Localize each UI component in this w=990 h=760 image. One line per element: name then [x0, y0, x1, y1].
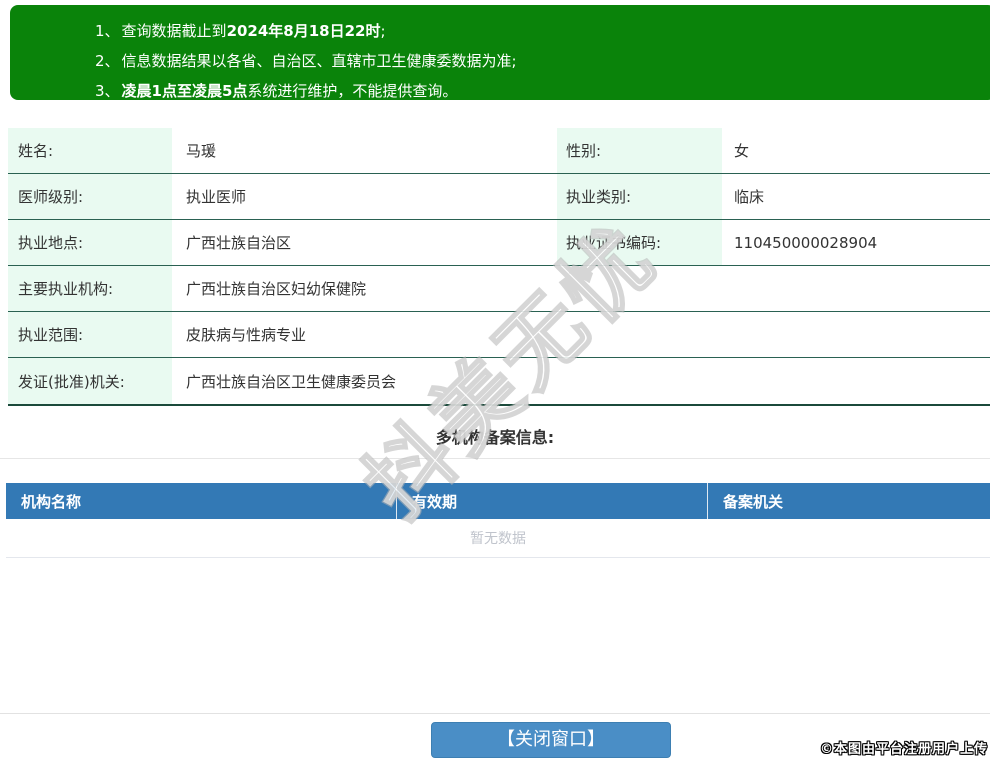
field-label-issuing-authority: 发证(批准)机关:: [8, 358, 172, 404]
column-header-filing-authority: 备案机关: [707, 483, 990, 519]
field-value-gender: 女: [734, 142, 750, 160]
table-row: 医师级别: 执业医师 执业类别: 临床: [8, 174, 990, 220]
table-row: 发证(批准)机关: 广西壮族自治区卫生健康委员会: [8, 358, 990, 404]
notice-text: ;: [380, 22, 386, 40]
field-label-name: 姓名:: [8, 128, 172, 173]
notice-line-1: 1、 查询数据截止到2024年8月18日22时;: [95, 16, 990, 46]
filing-table-header-row: 机构名称 有效期 备案机关: [6, 483, 990, 519]
table-row: 执业范围: 皮肤病与性病专业: [8, 312, 990, 358]
field-value-practice-scope: 皮肤病与性病专业: [186, 326, 307, 344]
field-value-certificate-number: 110450000028904: [734, 233, 878, 252]
field-label-doctor-level: 医师级别:: [8, 174, 172, 219]
field-value-practice-location: 广西壮族自治区: [186, 234, 292, 252]
notice-line-number: 3、: [95, 82, 120, 100]
column-header-validity-period: 有效期: [396, 483, 707, 519]
close-window-button[interactable]: 【关闭窗口】: [431, 722, 671, 758]
field-label-practice-category: 执业类别:: [557, 174, 722, 219]
notice-line-2: 2、 信息数据结果以各省、自治区、直辖市卫生健康委数据为准;: [95, 46, 990, 76]
filing-records-table: 机构名称 有效期 备案机关 暂无数据: [6, 483, 990, 558]
notice-text: 信息数据结果以各省、自治区、直辖市卫生健康委数据为准;: [121, 52, 517, 70]
notice-text: 系统进行维护，不能提供查询。: [247, 82, 458, 100]
notice-line-number: 2、: [95, 52, 120, 70]
field-value-issuing-authority: 广西壮族自治区卫生健康委员会: [186, 372, 397, 391]
notice-text-bold: 凌晨1点至凌晨5点: [121, 82, 248, 100]
table-row: 主要执业机构: 广西壮族自治区妇幼保健院: [8, 266, 990, 312]
notice-text-bold: 2024年8月18日22时: [226, 22, 381, 40]
field-value-doctor-level: 执业医师: [186, 188, 247, 206]
field-value-name: 马瑗: [186, 142, 217, 160]
field-label-main-institution: 主要执业机构:: [8, 266, 172, 311]
field-label-gender: 性别:: [557, 128, 722, 173]
footer-divider: [0, 713, 990, 714]
column-header-institution-name: 机构名称: [21, 492, 82, 511]
field-label-certificate-number: 执业证书编码:: [557, 220, 722, 265]
field-value-practice-category: 临床: [734, 188, 765, 206]
upload-credit-watermark: ©本图由平台注册用户上传: [819, 742, 988, 757]
table-row: 姓名: 马瑗 性别: 女: [8, 128, 990, 174]
field-label-practice-scope: 执业范围:: [8, 312, 172, 357]
table-row: 执业地点: 广西壮族自治区 执业证书编码: 110450000028904: [8, 220, 990, 266]
license-query-result-page: 1、 查询数据截止到2024年8月18日22时; 2、 信息数据结果以各省、自治区、…: [0, 0, 990, 760]
notice-line-3: 3、 凌晨1点至凌晨5点系统进行维护，不能提供查询。: [95, 76, 990, 106]
notice-text: 查询数据截止到: [121, 22, 227, 40]
empty-data-placeholder: 暂无数据: [6, 519, 990, 558]
practitioner-info-table: 姓名: 马瑗 性别: 女 医师级别: 执业医师 执业类别: 临床 执业地点: 广…: [8, 128, 990, 406]
notice-banner: 1、 查询数据截止到2024年8月18日22时; 2、 信息数据结果以各省、自治区、…: [10, 5, 990, 100]
field-label-practice-location: 执业地点:: [8, 220, 172, 265]
section-divider: [0, 458, 990, 459]
notice-line-number: 1、: [95, 22, 120, 40]
multi-institution-section-title: 多机构备案信息:: [435, 428, 555, 447]
field-value-main-institution: 广西壮族自治区妇幼保健院: [186, 280, 367, 298]
